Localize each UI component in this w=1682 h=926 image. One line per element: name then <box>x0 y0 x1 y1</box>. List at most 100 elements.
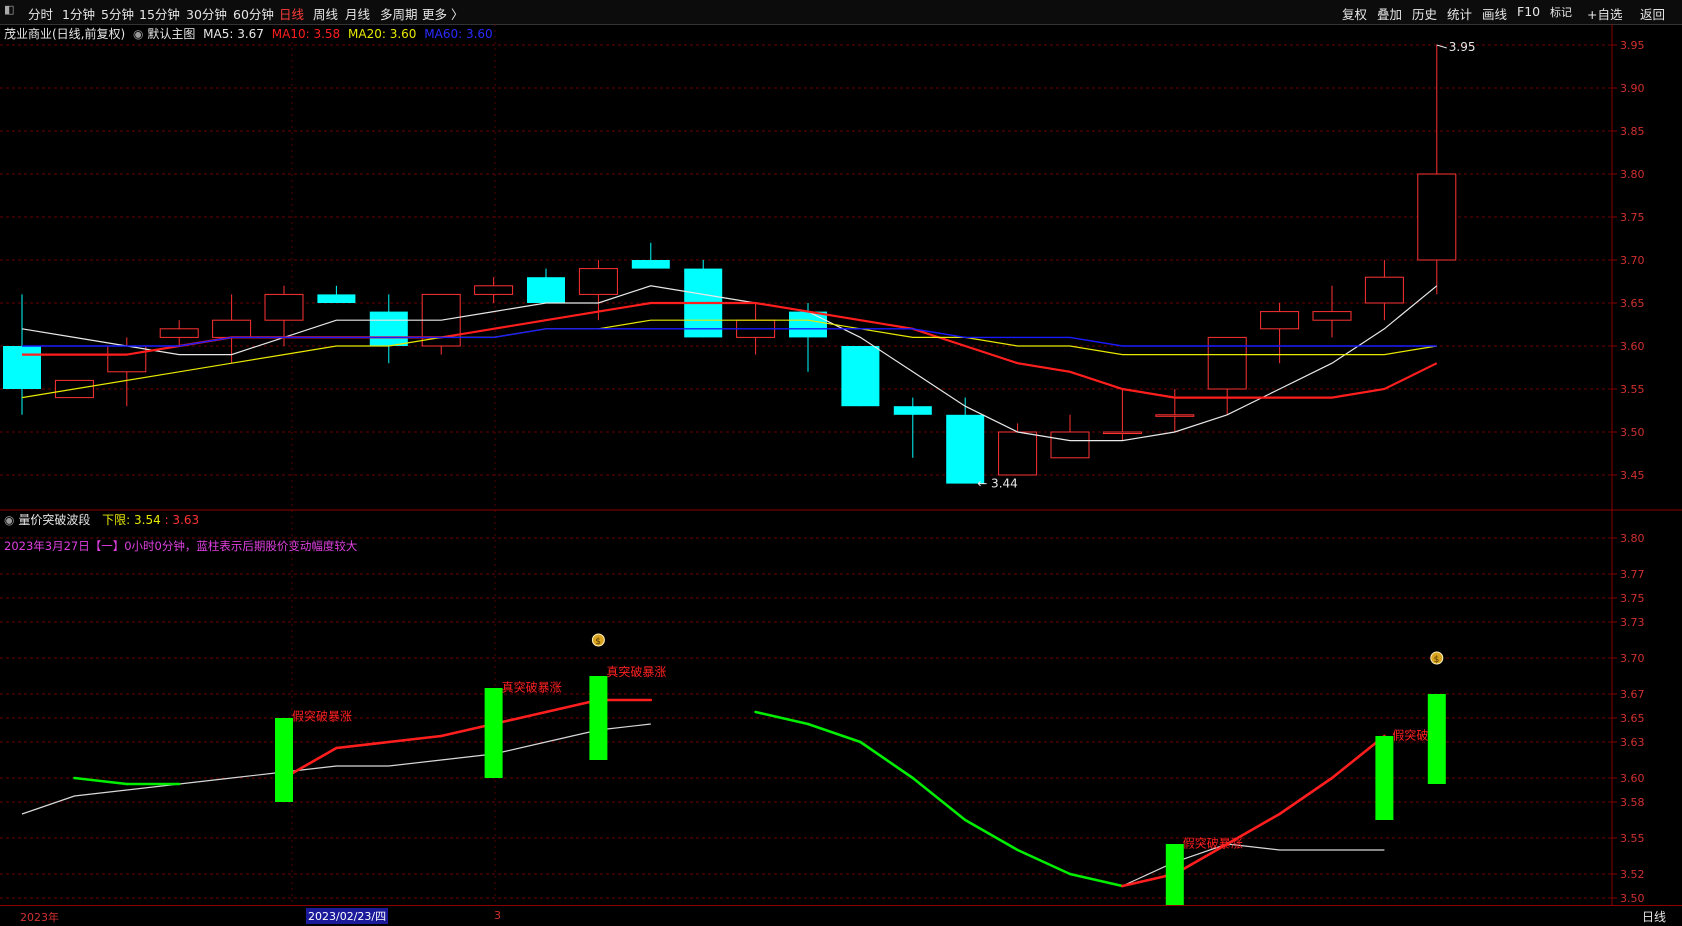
breakout-bar <box>1375 736 1394 820</box>
candle-body <box>1364 276 1404 304</box>
candle-body <box>1050 431 1090 459</box>
main-tick-label: 3.85 <box>1620 125 1645 138</box>
candle-body <box>631 260 670 269</box>
tool-overlay[interactable]: 叠加 <box>1377 4 1402 23</box>
candle-body <box>369 311 408 346</box>
candle-body <box>264 293 304 321</box>
main-tick-label: 3.80 <box>1620 168 1645 181</box>
breakout-label: 假突破 <box>1392 728 1428 743</box>
sub-tick-label: 3.73 <box>1620 616 1645 629</box>
sub-tick-label: 3.75 <box>1620 592 1645 605</box>
sub-tick-label: 3.58 <box>1620 796 1645 809</box>
period-label: 日线 <box>1642 910 1667 924</box>
candle-body <box>946 414 985 484</box>
candle-body <box>841 346 880 407</box>
main-tick-label: 3.60 <box>1620 340 1645 353</box>
price-annotation-pointer <box>1436 44 1447 49</box>
price-annotation: 3.95 <box>1449 40 1476 54</box>
signal-segment <box>963 818 1019 852</box>
money-bag-icon-symbol: $ <box>595 637 601 647</box>
period-tab-1[interactable]: 1分钟 <box>62 4 95 23</box>
period-tab-3[interactable]: 15分钟 <box>139 4 180 23</box>
candle-body <box>1102 431 1142 434</box>
sub-tick-label: 3.55 <box>1620 832 1645 845</box>
period-tab-6[interactable]: 日线 <box>279 4 304 23</box>
signal-segment <box>73 776 129 786</box>
main-tick-label: 3.70 <box>1620 254 1645 267</box>
period-tab-2[interactable]: 5分钟 <box>101 4 134 23</box>
signal-segment <box>1068 872 1124 888</box>
period-tab-4[interactable]: 30分钟 <box>186 4 227 23</box>
period-tab-8[interactable]: 月线 <box>345 4 370 23</box>
breakout-label: 假突破暴涨 <box>1183 836 1243 851</box>
breakout-bar <box>1427 694 1446 784</box>
toolbar-toggle-icon[interactable]: ◧ <box>4 3 14 16</box>
main-tick-label: 3.75 <box>1620 211 1645 224</box>
tool-history[interactable]: 历史 <box>1412 4 1437 23</box>
sub-tick-label: 3.52 <box>1620 868 1645 881</box>
tool-fuquan[interactable]: 复权 <box>1342 4 1367 23</box>
tool-mark[interactable]: 标记 <box>1550 4 1572 20</box>
breakout-label: 假突破暴涨 <box>292 708 352 723</box>
main-tick-label: 3.55 <box>1620 383 1645 396</box>
candle-body <box>107 345 147 373</box>
signal-segment <box>1278 776 1334 816</box>
date-axis: 2023年 2023/02/23/四 3 日线 <box>0 905 1682 926</box>
signal-segment <box>387 734 443 744</box>
candle-body <box>527 277 565 303</box>
money-bag-icon-symbol: $ <box>1434 655 1440 665</box>
period-tab-10[interactable]: 更多 〉 <box>422 4 463 23</box>
breakout-bar <box>484 688 503 778</box>
candle-body <box>998 431 1038 476</box>
price-annotation: ← 3.44 <box>977 477 1018 491</box>
candle-body <box>1417 173 1457 261</box>
sub-tick-label: 3.60 <box>1620 772 1645 785</box>
signal-segment <box>859 740 915 780</box>
candle-body <box>1155 414 1195 417</box>
baseline-segment <box>21 723 651 815</box>
sub-tick-label: 3.63 <box>1620 736 1645 749</box>
signal-segment <box>806 722 862 744</box>
year-label: 2023年 <box>20 911 59 924</box>
breakout-bar <box>275 718 293 802</box>
period-tab-5[interactable]: 60分钟 <box>233 4 274 23</box>
cursor-date: 2023/02/23/四 <box>306 908 389 924</box>
breakout-bar <box>1165 844 1184 905</box>
breakout-label: 真突破暴涨 <box>606 664 666 679</box>
candle-body <box>789 311 827 338</box>
sub-tick-label: 3.70 <box>1620 652 1645 665</box>
tool-draw[interactable]: 画线 <box>1482 4 1507 23</box>
candle-body <box>1260 311 1300 330</box>
candle-body <box>1207 336 1247 390</box>
period-tab-0[interactable]: 分时 <box>28 4 53 23</box>
period-tab-7[interactable]: 周线 <box>313 4 338 23</box>
tool-favorite[interactable]: +自选 <box>1587 4 1622 23</box>
candle-body <box>317 294 356 303</box>
period-tab-9[interactable]: 多周期 <box>380 4 418 23</box>
candle-body <box>474 285 514 295</box>
candle-body <box>159 328 199 338</box>
sub-tick-label: 3.80 <box>1620 532 1645 545</box>
candle-body <box>893 406 932 415</box>
sub-tick-label: 3.50 <box>1620 892 1645 905</box>
breakout-bar <box>589 676 608 760</box>
period-toolbar: ◧ 复权 叠加 历史 统计 画线 F10 标记 分时 1分钟 5分钟 15分钟 30分钟… <box>0 0 1682 25</box>
tool-back[interactable]: 返回 <box>1640 4 1665 23</box>
baseline-segment <box>1122 843 1385 887</box>
main-tick-label: 3.90 <box>1620 82 1645 95</box>
main-tick-label: 3.50 <box>1620 426 1645 439</box>
sub-tick-label: 3.67 <box>1620 688 1645 701</box>
sub-tick-label: 3.77 <box>1620 568 1645 581</box>
candle-body <box>1312 311 1352 321</box>
sub-tick-label: 3.65 <box>1620 712 1645 725</box>
tool-f10[interactable]: F10 <box>1517 4 1540 19</box>
signal-segment <box>1016 848 1072 876</box>
breakout-label: 真突破暴涨 <box>502 680 562 695</box>
chart-canvas[interactable]: 3.45 3.50 3.55 3.60 3.65 3.70 3.75 3.80 3.85 3.90… <box>0 24 1682 905</box>
candle-body <box>212 319 252 338</box>
month-marker: 3 <box>494 909 501 922</box>
tool-stats[interactable]: 统计 <box>1447 4 1472 23</box>
main-tick-label: 3.65 <box>1620 297 1645 310</box>
candle-body <box>3 346 41 389</box>
candle-body <box>578 268 618 295</box>
